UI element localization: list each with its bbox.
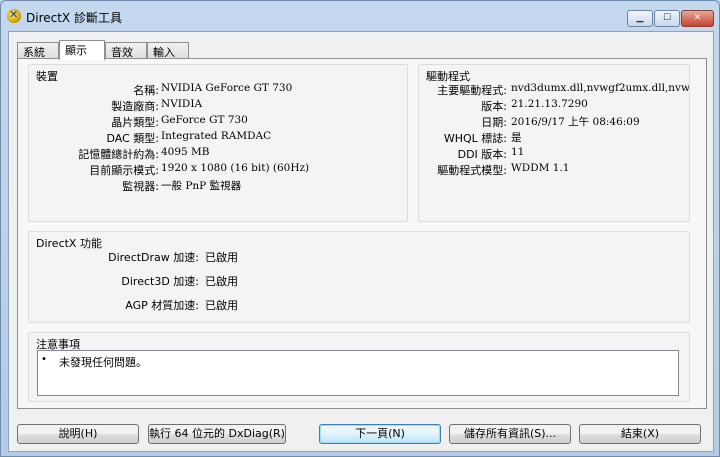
device-name-label: 名稱: — [133, 84, 159, 97]
total-memory-label: 記憶體總計約為: — [78, 148, 159, 161]
display-tab-panel: 裝置 名稱: NVIDIA GeForce GT 730 製造廠商: NVIDI… — [17, 58, 707, 409]
close-button[interactable]: ✕ — [681, 10, 714, 27]
monitor-value: 一般 PnP 監視器 — [161, 180, 242, 192]
device-row: 名稱: NVIDIA GeForce GT 730 — [29, 82, 409, 98]
direct3d-label: Direct3D 加速: — [121, 275, 199, 288]
note-text: 未發現任何問題。 — [59, 356, 147, 369]
feature-row: DirectDraw 加速: 已啟用 — [29, 249, 691, 265]
maximize-icon: ☐ — [662, 13, 672, 23]
exit-button[interactable]: 結束(X) — [579, 424, 701, 444]
driver-row: DDI 版本: 11 — [419, 146, 689, 162]
minimize-icon: ▁ — [636, 13, 644, 23]
total-memory-value: 4095 MB — [161, 146, 210, 158]
tab-sound[interactable]: 音效 — [105, 42, 147, 59]
tab-input[interactable]: 輸入 — [147, 42, 189, 59]
directx-diag-window: DirectX 診斷工具 ▁ ☐ ✕ 系統 顯示 音效 輸入 裝置 名稱: NV… — [0, 0, 720, 457]
manufacturer-value: NVIDIA — [161, 98, 203, 110]
monitor-label: 監視器: — [122, 180, 159, 193]
chip-type-value: GeForce GT 730 — [161, 114, 248, 126]
device-name-value: NVIDIA GeForce GT 730 — [161, 82, 293, 94]
driver-row: WHQL 標誌: 是 — [419, 130, 689, 146]
display-mode-value: 1920 x 1080 (16 bit) (60Hz) — [161, 162, 310, 174]
tab-display[interactable]: 顯示 — [59, 40, 105, 60]
directdraw-label: DirectDraw 加速: — [108, 251, 199, 264]
device-row: 晶片類型: GeForce GT 730 — [29, 114, 409, 130]
driver-model-label: 驅動程式模型: — [437, 164, 507, 177]
whql-label: WHQL 標誌: — [443, 132, 507, 145]
device-row: 監視器: 一般 PnP 監視器 — [29, 178, 409, 194]
driver-row: 主要驅動程式: nvd3dumx.dll,nvwgf2umx.dll,nvwgf… — [419, 82, 690, 98]
device-group: 裝置 名稱: NVIDIA GeForce GT 730 製造廠商: NVIDI… — [28, 64, 408, 222]
driver-model-value: WDDM 1.1 — [511, 162, 570, 174]
manufacturer-label: 製造廠商: — [111, 100, 159, 113]
direct3d-value: 已啟用 — [205, 275, 238, 288]
date-label: 日期: — [481, 116, 507, 129]
dac-type-label: DAC 類型: — [106, 132, 160, 145]
save-all-info-button[interactable]: 儲存所有資訊(S)... — [449, 424, 571, 444]
bullet-icon: • — [41, 354, 47, 365]
device-row: 製造廠商: NVIDIA — [29, 98, 409, 114]
driver-row: 日期: 2016/9/17 上午 08:46:09 — [419, 114, 689, 130]
agp-value: 已啟用 — [205, 299, 238, 312]
directdraw-value: 已啟用 — [205, 251, 238, 264]
version-value: 21.21.13.7290 — [511, 98, 588, 110]
next-page-button[interactable]: 下一頁(N) — [319, 424, 441, 444]
window-title: DirectX 診斷工具 — [26, 11, 122, 25]
driver-row: 版本: 21.21.13.7290 — [419, 98, 689, 114]
device-row: DAC 類型: Integrated RAMDAC — [29, 130, 409, 146]
notes-textbox[interactable]: • 未發現任何問題。 — [37, 350, 679, 396]
run-64bit-dxdiag-button[interactable]: 執行 64 位元的 DxDiag(R) — [148, 424, 286, 444]
chip-type-label: 晶片類型: — [111, 116, 159, 129]
main-driver-label: 主要驅動程式: — [437, 84, 507, 97]
device-row: 記憶體總計約為: 4095 MB — [29, 146, 409, 162]
help-button[interactable]: 說明(H) — [17, 424, 139, 444]
close-icon: ✕ — [693, 13, 702, 23]
dialog-client-area: 系統 顯示 音效 輸入 裝置 名稱: NVIDIA GeForce GT 730… — [8, 31, 714, 452]
feature-row: AGP 材質加速: 已啟用 — [29, 297, 691, 313]
device-row: 目前顯示模式: 1920 x 1080 (16 bit) (60Hz) — [29, 162, 409, 178]
directx-features-group: DirectX 功能 DirectDraw 加速: 已啟用 Direct3D 加… — [28, 231, 690, 323]
driver-row: 驅動程式模型: WDDM 1.1 — [419, 162, 689, 178]
title-bar[interactable]: DirectX 診斷工具 ▁ ☐ ✕ — [1, 1, 719, 31]
driver-group: 驅動程式 主要驅動程式: nvd3dumx.dll,nvwgf2umx.dll,… — [418, 64, 690, 222]
tab-system[interactable]: 系統 — [17, 42, 59, 59]
ddi-version-value: 11 — [511, 146, 525, 158]
feature-row: Direct3D 加速: 已啟用 — [29, 273, 691, 289]
whql-value: 是 — [511, 132, 522, 144]
display-mode-label: 目前顯示模式: — [89, 164, 159, 177]
agp-label: AGP 材質加速: — [125, 299, 199, 312]
notes-group: 注意事項 • 未發現任何問題。 — [28, 332, 690, 402]
date-value: 2016/9/17 上午 08:46:09 — [511, 116, 640, 128]
ddi-version-label: DDI 版本: — [457, 148, 507, 161]
main-driver-value: nvd3dumx.dll,nvwgf2umx.dll,nvwgf2um: — [511, 82, 690, 94]
version-label: 版本: — [481, 100, 507, 113]
maximize-button[interactable]: ☐ — [654, 10, 680, 27]
dac-type-value: Integrated RAMDAC — [161, 130, 272, 142]
minimize-button[interactable]: ▁ — [627, 10, 653, 27]
directx-app-icon — [7, 8, 21, 23]
